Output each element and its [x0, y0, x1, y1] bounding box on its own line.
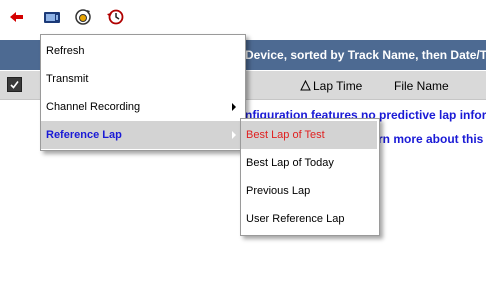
sort-ascending-icon [300, 80, 311, 91]
back-arrow-icon[interactable] [8, 8, 26, 26]
context-menu: Refresh Transmit Channel Recording Refer… [40, 34, 246, 151]
submenu-item-label: Best Lap of Today [246, 157, 334, 169]
submenu-item-user-reference-lap[interactable]: User Reference Lap [241, 205, 377, 233]
refresh-gear-icon[interactable] [74, 8, 92, 26]
column-file-name[interactable]: File Name [394, 79, 449, 93]
submenu-item-label: Previous Lap [246, 185, 311, 197]
select-all-checkbox[interactable] [7, 77, 22, 92]
menu-item-refresh[interactable]: Refresh [41, 37, 243, 65]
device-icon[interactable] [43, 8, 61, 26]
menu-item-label: Refresh [46, 45, 85, 57]
submenu-item-previous-lap[interactable]: Previous Lap [241, 177, 377, 205]
checkmark-icon [10, 81, 19, 89]
submenu-item-label: User Reference Lap [246, 213, 345, 225]
menu-item-transmit[interactable]: Transmit [41, 65, 243, 93]
info-text-line-2: rn more about this f [378, 132, 486, 146]
submenu-arrow-icon [232, 131, 236, 139]
submenu-item-best-lap-of-test[interactable]: Best Lap of Test [241, 121, 377, 149]
column-lap-time[interactable]: Lap Time [300, 79, 362, 93]
menu-item-reference-lap[interactable]: Reference Lap [41, 121, 243, 149]
menu-item-label: Channel Recording [46, 101, 141, 113]
column-lap-time-label: Lap Time [313, 79, 363, 93]
submenu-item-best-lap-of-today[interactable]: Best Lap of Today [241, 149, 377, 177]
menu-item-channel-recording[interactable]: Channel Recording [41, 93, 243, 121]
submenu-item-label: Best Lap of Test [246, 129, 325, 141]
history-clock-icon[interactable] [106, 8, 124, 26]
list-header-title: Device, sorted by Track Name, then Date/… [245, 48, 486, 62]
menu-item-label: Transmit [46, 73, 89, 85]
submenu-arrow-icon [232, 103, 236, 111]
reference-lap-submenu: Best Lap of Test Best Lap of Today Previ… [240, 118, 380, 236]
column-file-name-label: File Name [394, 79, 449, 93]
toolbar [0, 0, 486, 36]
menu-item-label: Reference Lap [46, 129, 122, 141]
